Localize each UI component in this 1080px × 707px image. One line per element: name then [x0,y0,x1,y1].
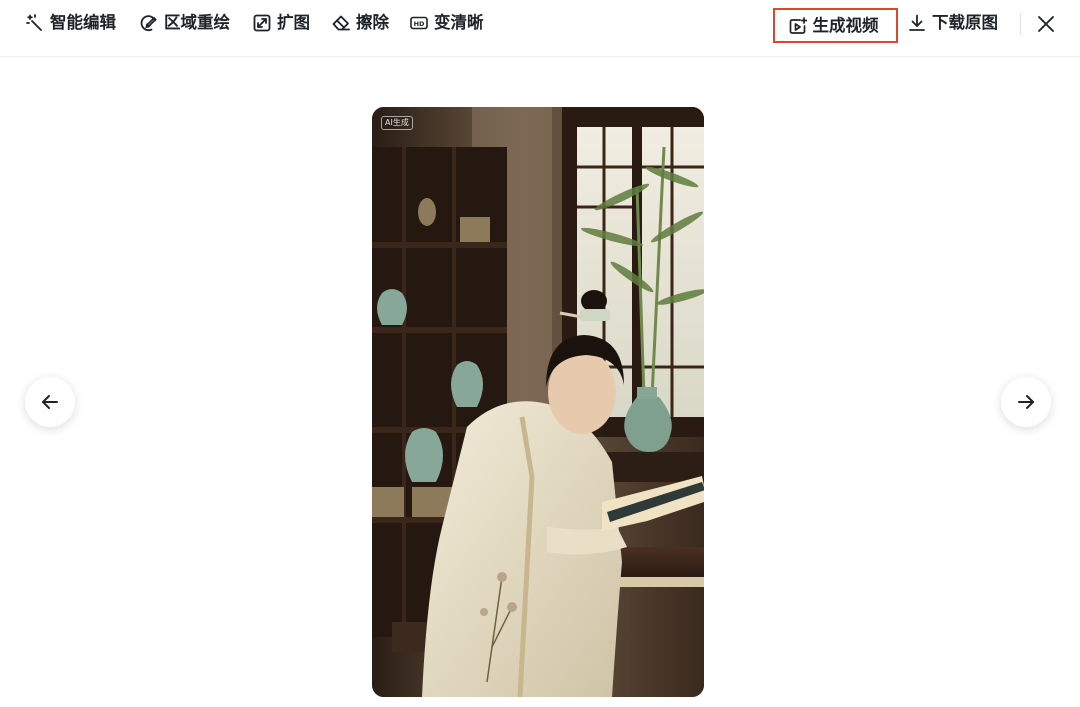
eraser-icon [332,14,350,32]
brush-circle-icon [140,14,158,32]
region-redraw-button[interactable]: 区域重绘 [140,8,230,38]
enhance-clarity-label: 变清晰 [434,8,484,38]
generated-image[interactable]: AI生成 [372,107,704,697]
generate-video-button[interactable]: 生成视频 [773,8,898,43]
download-original-button[interactable]: 下载原图 [908,8,998,38]
arrow-right-icon [1015,391,1037,413]
svg-text:HD: HD [414,20,425,28]
close-button[interactable] [1036,9,1056,39]
top-toolbar: 智能编辑 区域重绘 扩图 擦除 HD 变清晰 [0,0,1080,57]
image-viewer: AI生成 [0,57,1080,707]
enhance-clarity-button[interactable]: HD 变清晰 [410,8,484,38]
next-image-button[interactable] [1001,377,1051,427]
expand-image-label: 扩图 [277,8,310,38]
expand-icon [253,14,271,32]
magic-wand-icon [26,14,44,32]
video-sparkle-icon [789,17,807,35]
smart-edit-button[interactable]: 智能编辑 [26,8,116,38]
generate-video-label: 生成视频 [813,11,879,41]
ai-generated-badge: AI生成 [381,116,413,130]
download-icon [908,14,926,32]
erase-label: 擦除 [356,8,389,38]
region-redraw-label: 区域重绘 [164,8,230,38]
expand-image-button[interactable]: 扩图 [253,8,310,38]
hd-icon: HD [410,14,428,32]
download-original-label: 下载原图 [932,8,998,38]
erase-button[interactable]: 擦除 [332,8,389,38]
close-icon [1036,14,1056,34]
arrow-left-icon [39,391,61,413]
toolbar-divider [1020,14,1021,34]
previous-image-button[interactable] [25,377,75,427]
image-scene [372,107,704,697]
smart-edit-label: 智能编辑 [50,8,116,38]
